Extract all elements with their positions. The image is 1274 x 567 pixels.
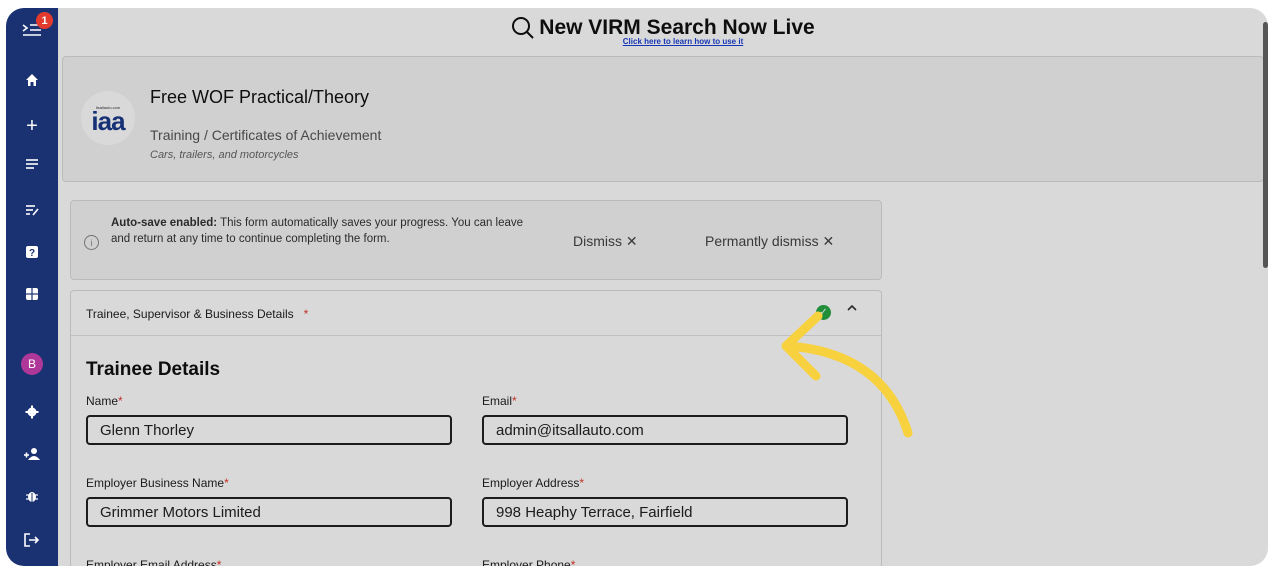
plus-icon[interactable]: + — [18, 112, 46, 140]
business-name-field[interactable]: Grimmer Motors Limited — [86, 497, 452, 527]
add-user-icon[interactable] — [18, 440, 46, 468]
trainee-details-heading: Trainee Details — [86, 359, 221, 380]
close-icon: ✕ — [822, 233, 835, 249]
perm-dismiss-label: Permantly dismiss — [705, 233, 819, 249]
employer-phone-label-text: Employer Phone — [482, 558, 571, 566]
course-subtitle: Training / Certificates of Achievement — [150, 127, 382, 143]
required-mark: * — [224, 476, 229, 490]
employer-phone-label: Employer Phone* — [482, 558, 575, 566]
autosave-text: Auto-save enabled: This form automatical… — [111, 215, 541, 247]
required-mark: * — [216, 558, 222, 566]
employer-email-label: Employer Email Address* — [86, 558, 221, 566]
main-content: New VIRM Search Now Live Click here to l… — [58, 8, 1268, 566]
info-icon: i — [84, 235, 99, 250]
scrollbar-thumb[interactable] — [1263, 22, 1268, 268]
course-header: itsallauto.com iaa Free WOF Practical/Th… — [62, 56, 1264, 182]
calculator-icon[interactable] — [18, 280, 46, 308]
search-icon[interactable] — [511, 16, 535, 40]
announcement-bar: New VIRM Search Now Live Click here to l… — [58, 8, 1268, 54]
help-icon[interactable]: ? — [18, 238, 46, 266]
section-title: Trainee, Supervisor & Business Details * — [86, 307, 308, 321]
required-mark: * — [118, 394, 123, 408]
autosave-bold: Auto-save enabled: — [111, 217, 218, 229]
gear-icon[interactable] — [18, 398, 46, 426]
company-logo: itsallauto.com iaa — [81, 91, 135, 145]
close-icon: ✕ — [625, 233, 638, 249]
required-mark: * — [579, 476, 585, 490]
dismiss-label: Dismiss — [573, 233, 622, 249]
section-title-text: Trainee, Supervisor & Business Details — [86, 307, 294, 321]
edit-list-icon[interactable] — [18, 196, 46, 224]
address-label: Employer Address* — [482, 476, 584, 490]
sidebar: 1 + ? B — [6, 8, 58, 566]
permanently-dismiss-button[interactable]: Permantly dismiss ✕ — [705, 233, 834, 250]
autosave-notice: i Auto-save enabled: This form automatic… — [70, 200, 882, 280]
name-label: Name* — [86, 394, 123, 408]
required-mark: * — [570, 558, 576, 566]
required-mark: * — [512, 394, 517, 408]
email-label: Email* — [482, 394, 517, 408]
logo-text: iaa — [91, 105, 125, 136]
address-field[interactable]: 998 Heaphy Terrace, Fairfield — [482, 497, 848, 527]
name-field[interactable]: Glenn Thorley — [86, 415, 452, 445]
address-label-text: Employer Address — [482, 476, 580, 490]
email-label-text: Email — [482, 394, 513, 408]
yellow-arrow-annotation — [781, 311, 913, 438]
logout-icon[interactable] — [18, 526, 46, 554]
user-avatar[interactable]: B — [18, 350, 46, 378]
employer-email-label-text: Employer Email Address — [86, 558, 217, 566]
learn-more-link[interactable]: Click here to learn how to use it — [623, 37, 743, 46]
business-name-label: Employer Business Name* — [86, 476, 229, 490]
name-label-text: Name — [86, 394, 119, 408]
dismiss-button[interactable]: Dismiss ✕ — [573, 233, 638, 250]
app-frame: 1 + ? B New VIRM Search Now Live Click h… — [6, 8, 1268, 566]
list-icon[interactable] — [18, 150, 46, 178]
course-title: Free WOF Practical/Theory — [150, 87, 370, 107]
bug-icon[interactable] — [18, 482, 46, 510]
business-name-label-text: Employer Business Name — [86, 476, 225, 490]
course-note: Cars, trailers, and motorcycles — [150, 149, 299, 161]
svg-text:?: ? — [29, 248, 35, 259]
notification-badge[interactable]: 1 — [36, 12, 53, 29]
home-icon[interactable] — [18, 66, 46, 94]
required-mark: * — [303, 307, 309, 321]
avatar: B — [21, 353, 43, 375]
